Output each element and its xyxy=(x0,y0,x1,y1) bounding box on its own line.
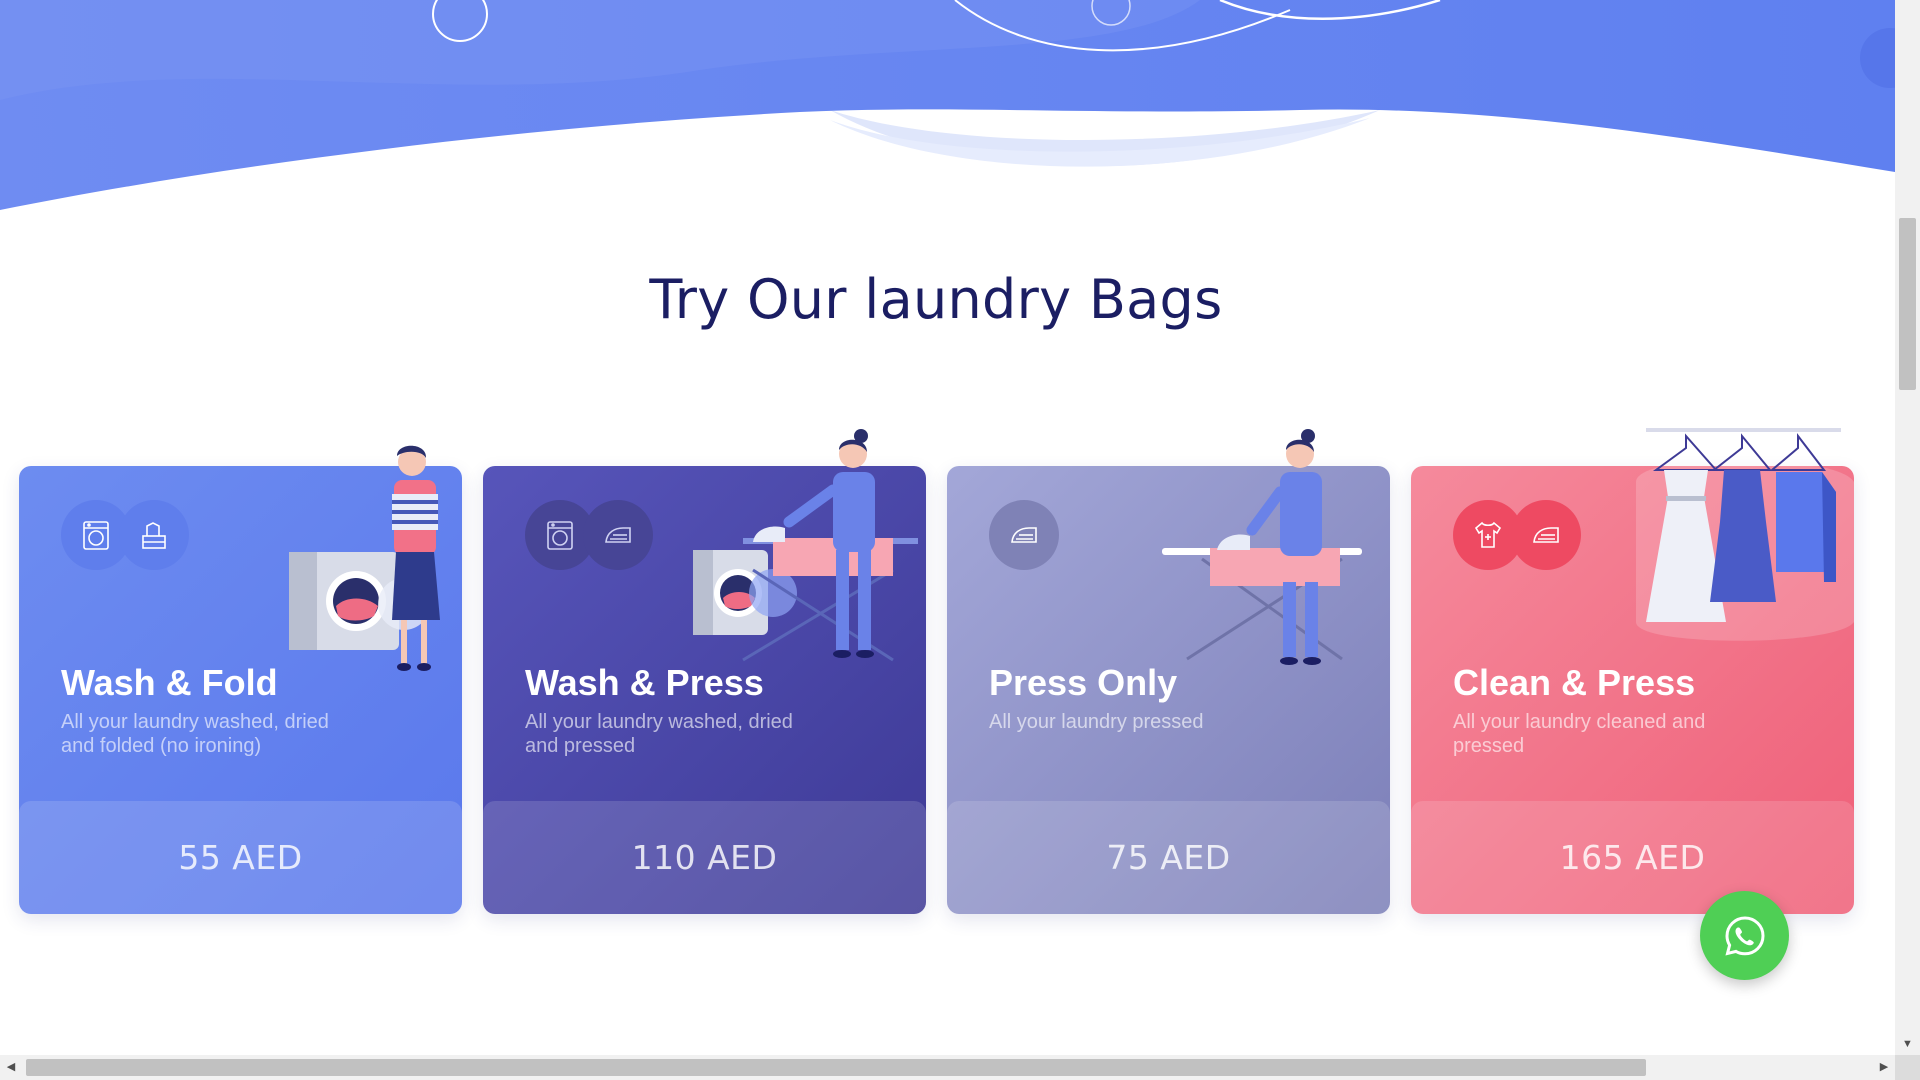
card-wash-press[interactable]: Wash & Press All your laundry washed, dr… xyxy=(483,429,926,914)
iron-icon xyxy=(989,500,1059,570)
laundry-bags-list: Wash & Fold All your laundry washed, dri… xyxy=(0,400,1895,920)
iron-icon xyxy=(1511,500,1581,570)
card-price: 75 AED xyxy=(1106,838,1231,877)
card-description: All your laundry washed, dried and folde… xyxy=(61,711,329,757)
scroll-right-arrow-icon[interactable]: ▶ xyxy=(1873,1055,1895,1080)
horizontal-scrollbar[interactable]: ◀ ▶ xyxy=(0,1055,1895,1080)
section-title: Try Our laundry Bags xyxy=(649,268,1223,331)
card-title: Wash & Press xyxy=(525,662,764,703)
woman-ironing-illustration xyxy=(1162,429,1362,665)
whatsapp-icon xyxy=(1724,915,1765,956)
card-description: All your laundry cleaned and pressed xyxy=(1453,711,1706,757)
card-clean-press[interactable]: Clean & Press All your laundry cleaned a… xyxy=(1411,428,1854,914)
iron-icon xyxy=(583,500,653,570)
woman-ironing-illustration xyxy=(693,429,918,662)
card-press-only[interactable]: Press Only All your laundry pressed 75 A… xyxy=(947,429,1390,914)
scroll-down-arrow-icon[interactable]: ▼ xyxy=(1895,1033,1920,1055)
card-description: All your laundry pressed xyxy=(989,711,1204,733)
card-wash-fold[interactable]: Wash & Fold All your laundry washed, dri… xyxy=(19,445,462,914)
hanging-clothes-illustration xyxy=(1636,428,1854,641)
woman-with-laundry-illustration xyxy=(289,445,440,671)
vertical-scrollbar[interactable]: ▼ xyxy=(1895,0,1920,1055)
scrollbar-corner xyxy=(1895,1055,1920,1080)
card-title: Clean & Press xyxy=(1453,662,1696,703)
page: Try Our laundry Bags Wash & Fold All you… xyxy=(0,0,1895,1055)
card-price: 165 AED xyxy=(1559,838,1706,877)
vertical-scrollbar-thumb[interactable] xyxy=(1899,218,1916,390)
horizontal-scrollbar-thumb[interactable] xyxy=(26,1059,1646,1076)
whatsapp-chat-button[interactable] xyxy=(1700,891,1789,980)
card-title: Wash & Fold xyxy=(61,662,278,703)
hero-wave-background xyxy=(0,0,1895,210)
card-title: Press Only xyxy=(989,662,1178,703)
card-price: 55 AED xyxy=(178,838,303,877)
folded-clothes-icon xyxy=(119,500,189,570)
card-description: All your laundry washed, dried and press… xyxy=(525,711,793,757)
scroll-left-arrow-icon[interactable]: ◀ xyxy=(0,1055,22,1080)
card-price: 110 AED xyxy=(631,838,778,877)
